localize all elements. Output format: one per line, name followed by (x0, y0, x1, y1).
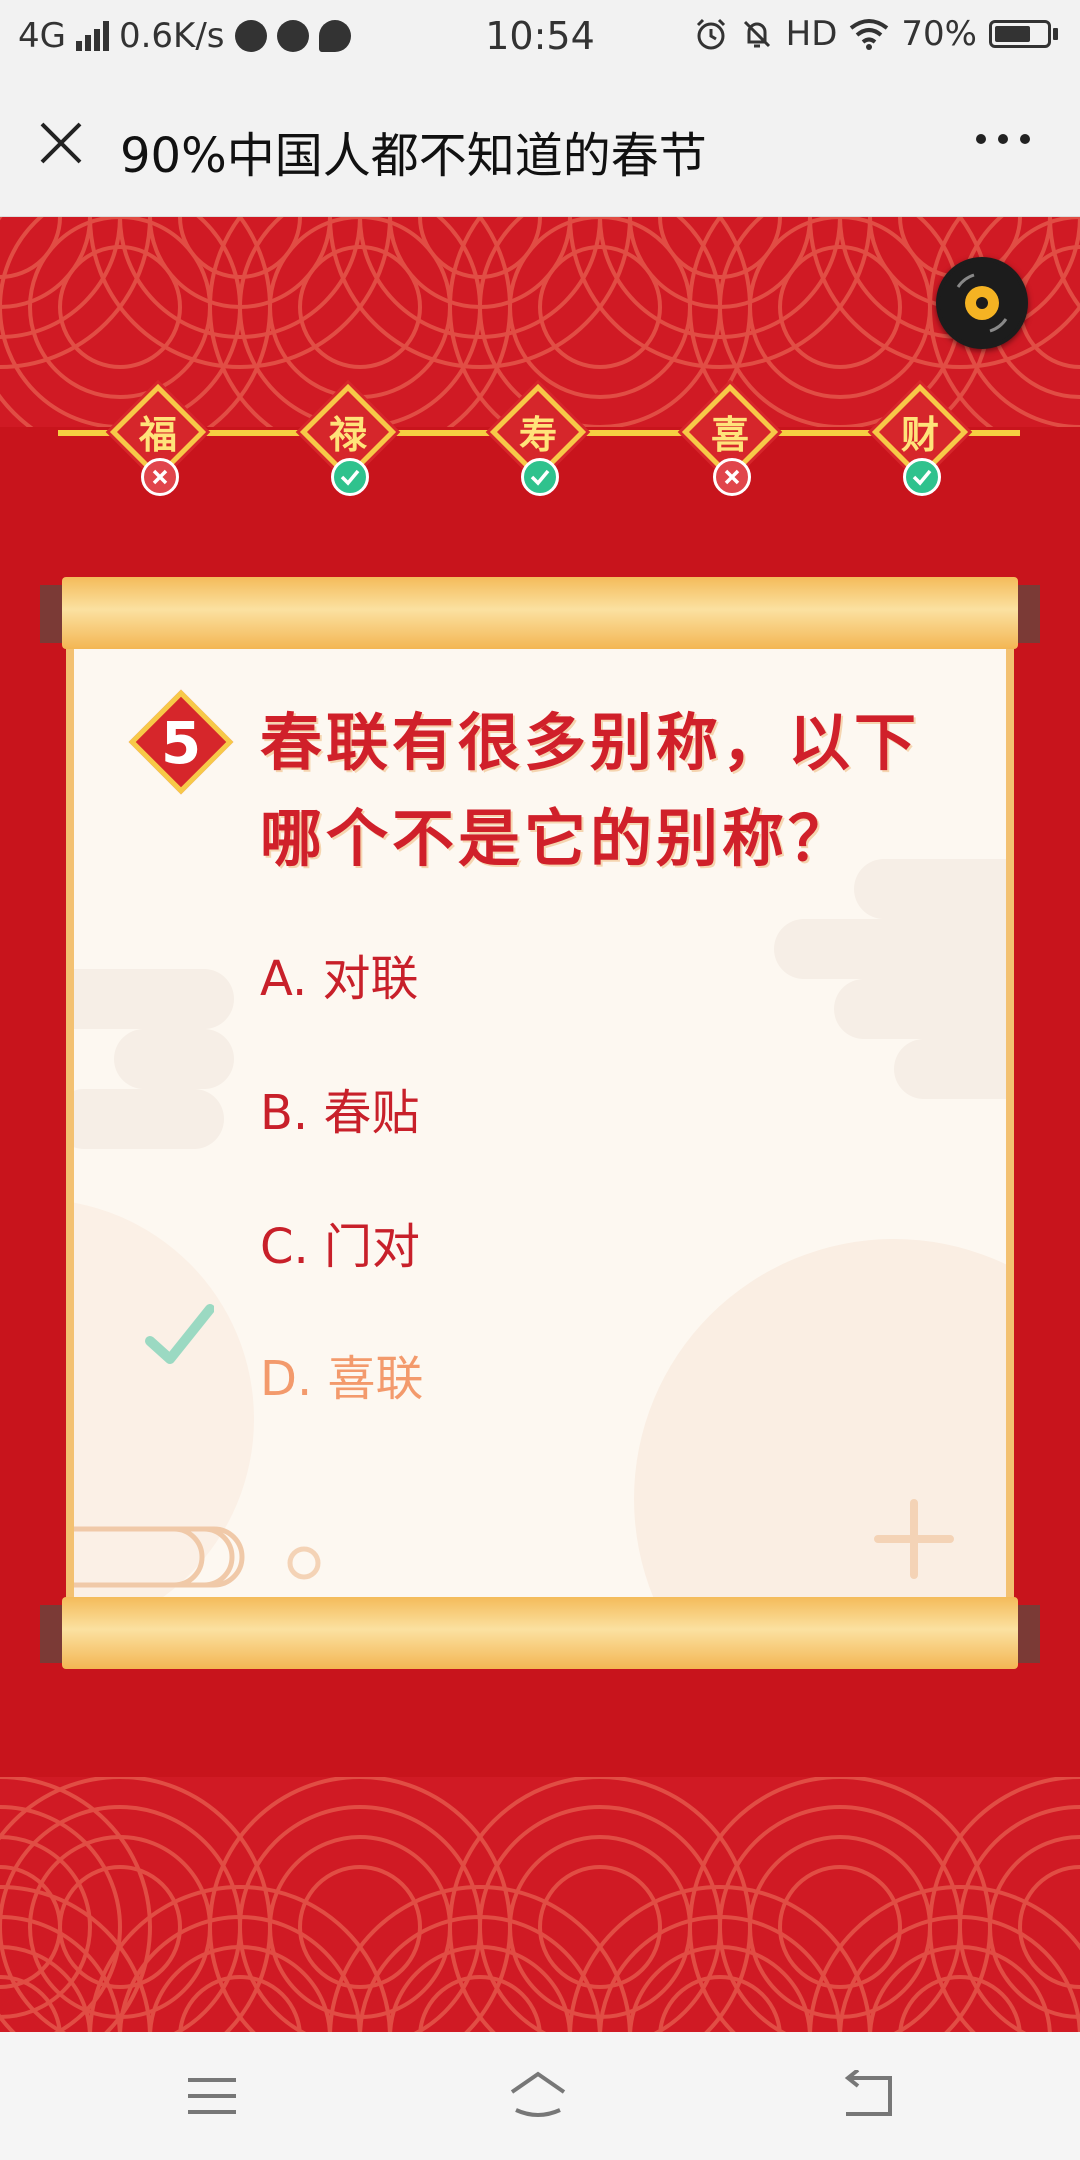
node-char: 福 (138, 413, 177, 457)
music-toggle-button[interactable] (936, 257, 1028, 349)
option-c[interactable]: C. 门对 (260, 1207, 420, 1277)
page-title: 90%中国人都不知道的春节 (120, 128, 707, 184)
progress-node-5: 财 (870, 382, 970, 496)
scroll-cap (1018, 585, 1040, 643)
progress-node-2: 禄 (298, 382, 398, 496)
option-b[interactable]: B. 春贴 (260, 1073, 419, 1143)
title-bar: 90%中国人都不知道的春节 (0, 72, 1080, 217)
check-mark-icon (521, 458, 559, 496)
question-card: 5 春联有很多别称，以下 哪个不是它的别称？ A. 对联 B. 春贴 C. 门对… (66, 639, 1014, 1607)
wrong-mark-icon (141, 458, 179, 496)
wave-pattern-bottom (0, 1777, 1080, 2032)
wifi-icon (850, 19, 889, 50)
question-line-2: 哪个不是它的别称？ (260, 802, 855, 875)
hd-indicator: HD (785, 14, 838, 54)
question-number: 5 (160, 709, 202, 777)
cloud-decoration (774, 919, 1006, 979)
cloud-decoration (74, 1089, 224, 1149)
progress-node-3: 寿 (488, 382, 588, 496)
node-char: 喜 (710, 413, 749, 457)
system-nav-bar (0, 2032, 1080, 2160)
cloud-decoration (834, 979, 1006, 1039)
back-icon[interactable] (838, 2070, 898, 2122)
question-text: 春联有很多别称，以下 哪个不是它的别称？ (260, 695, 980, 887)
status-right: HD 70% (694, 14, 1058, 54)
wrong-mark-icon (713, 458, 751, 496)
scroll-cap (1018, 1605, 1040, 1663)
vinyl-record-icon (940, 261, 1024, 345)
alarm-icon (696, 18, 725, 50)
battery-icon (989, 20, 1058, 48)
close-icon[interactable] (36, 118, 86, 168)
scroll-rod-bottom (62, 1597, 1018, 1669)
check-mark-icon (903, 458, 941, 496)
progress-node-1: 福 (108, 382, 208, 496)
cloud-decoration (114, 1029, 234, 1089)
node-char: 寿 (518, 413, 557, 457)
correct-check-icon (145, 1304, 214, 1364)
cloud-decoration (894, 1039, 1006, 1099)
question-number-badge: 5 (126, 687, 236, 797)
check-mark-icon (331, 458, 369, 496)
node-char: 禄 (328, 413, 367, 457)
home-icon[interactable] (508, 2070, 568, 2122)
option-a[interactable]: A. 对联 (260, 939, 419, 1009)
quiz-page: 福 禄 寿 喜 财 5 春联有很多别称，以下 哪个不是它的别称？ A. 对联 B… (0, 217, 1080, 2032)
question-line-1: 春联有很多别称，以下 (260, 706, 921, 779)
sun-decoration (634, 1239, 1006, 1607)
cloud-swirl-decoration (74, 1526, 245, 1588)
ring-decoration (287, 1546, 321, 1580)
question-scroll: 5 春联有很多别称，以下 哪个不是它的别称？ A. 对联 B. 春贴 C. 门对… (40, 577, 1040, 1677)
answer-progress: 福 禄 寿 喜 财 (58, 382, 1020, 512)
option-d[interactable]: D. 喜联 (260, 1339, 423, 1409)
status-bar: 4G 0.6K/s 10:54 HD 70% (0, 0, 1080, 72)
progress-node-4: 喜 (680, 382, 780, 496)
scroll-cap (40, 1605, 62, 1663)
battery-percent: 70% (901, 14, 977, 54)
scroll-rod-top (62, 577, 1018, 649)
menu-icon[interactable] (182, 2070, 242, 2122)
mute-bell-icon (743, 20, 770, 48)
node-char: 财 (900, 413, 939, 457)
sparkle-decoration (874, 1499, 954, 1579)
cloud-decoration (74, 969, 234, 1029)
scroll-cap (40, 585, 62, 643)
more-options-icon[interactable] (976, 134, 1030, 144)
